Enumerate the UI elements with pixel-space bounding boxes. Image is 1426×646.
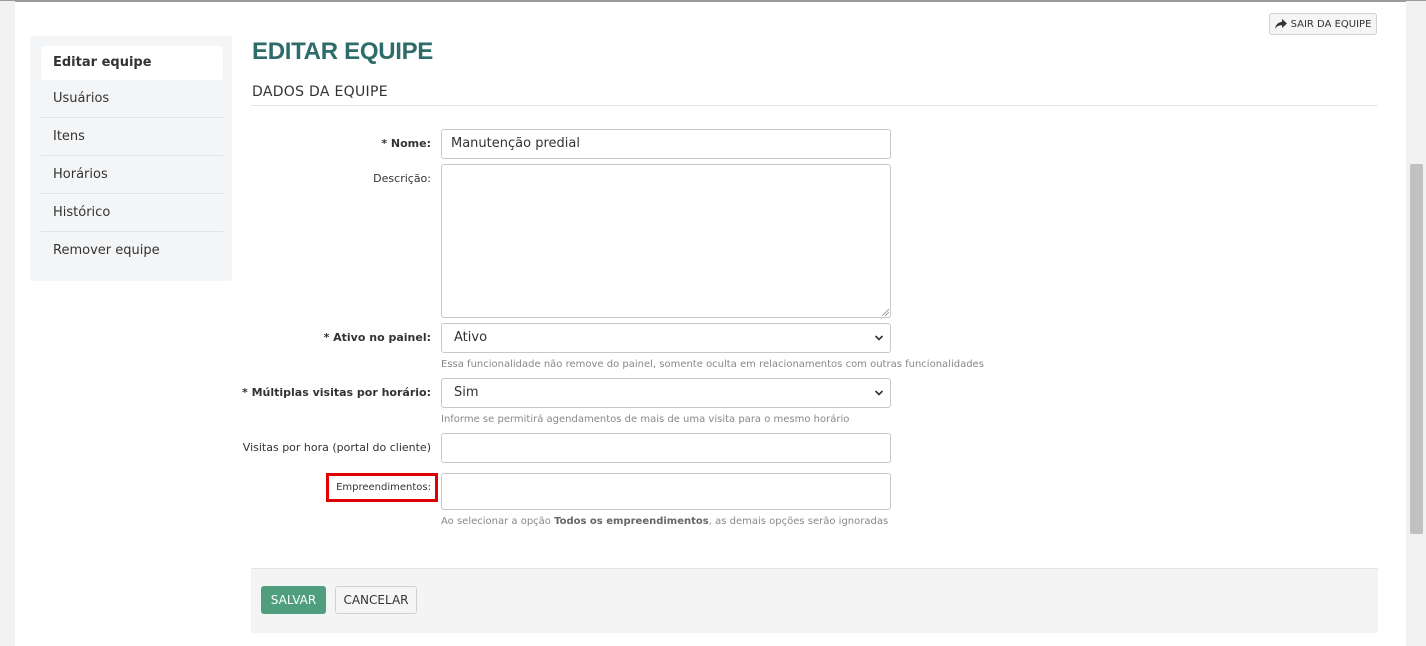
cancel-button[interactable]: CANCELAR: [335, 586, 417, 614]
sidebar-item-usuarios[interactable]: Usuários: [41, 80, 223, 118]
sidebar-item-itens[interactable]: Itens: [41, 118, 223, 156]
empreendimentos-help-suffix: , as demais opções serão ignoradas: [708, 516, 889, 527]
multiplas-value: Sim: [454, 385, 479, 400]
ativo-help-text: Essa funcionalidade não remove do painel…: [441, 359, 984, 370]
scrollbar-thumb[interactable]: [1410, 164, 1423, 534]
multiplas-help-text: Informe se permitirá agendamentos de mai…: [441, 414, 850, 425]
descricao-label: Descrição:: [373, 172, 431, 185]
sidebar-item-label: Usuários: [53, 91, 110, 106]
chevron-down-icon: [874, 335, 884, 341]
multiplas-label: * Múltiplas visitas por horário:: [242, 386, 431, 399]
empreendimentos-help-prefix: Ao selecionar a opção: [441, 516, 555, 527]
nome-value: Manutenção predial: [451, 136, 580, 151]
vertical-scrollbar[interactable]: [1407, 1, 1426, 645]
section-title: DADOS DA EQUIPE: [252, 84, 388, 100]
form-actions-bar: [251, 568, 1378, 633]
resize-grip-icon[interactable]: [881, 308, 889, 316]
visitas-hora-label: Visitas por hora (portal do cliente): [242, 441, 431, 454]
page-title: EDITAR EQUIPE: [252, 38, 434, 65]
exit-team-label: SAIR DA EQUIPE: [1290, 18, 1372, 30]
sidebar-item-historico[interactable]: Histórico: [41, 194, 223, 232]
ativo-value: Ativo: [454, 330, 488, 345]
ativo-select[interactable]: Ativo: [441, 323, 891, 353]
section-divider: [251, 105, 1378, 106]
sidebar: Editar equipe Usuários Itens Horários Hi…: [30, 36, 232, 281]
sidebar-item-editar-equipe[interactable]: Editar equipe: [41, 46, 223, 80]
ativo-label: * Ativo no painel:: [323, 331, 431, 344]
sidebar-item-label: Histórico: [53, 205, 111, 220]
sidebar-item-label: Editar equipe: [53, 55, 152, 70]
empreendimentos-help-text: Ao selecionar a opção Todos os empreendi…: [441, 516, 888, 527]
share-arrow-icon: [1274, 19, 1287, 29]
descricao-textarea[interactable]: [441, 164, 891, 318]
sidebar-item-horarios[interactable]: Horários: [41, 156, 223, 194]
nome-label: * Nome:: [381, 137, 431, 150]
sidebar-item-label: Remover equipe: [53, 243, 160, 258]
exit-team-button[interactable]: SAIR DA EQUIPE: [1269, 13, 1377, 35]
sidebar-item-remover-equipe[interactable]: Remover equipe: [41, 232, 223, 270]
visitas-hora-input[interactable]: [441, 433, 891, 463]
empreendimentos-multiselect[interactable]: [441, 473, 891, 510]
sidebar-item-label: Horários: [53, 167, 108, 182]
chevron-down-icon: [874, 390, 884, 396]
highlight-box: [326, 473, 438, 502]
sidebar-item-label: Itens: [53, 129, 85, 144]
nome-input[interactable]: Manutenção predial: [441, 129, 891, 159]
save-button[interactable]: SALVAR: [261, 586, 326, 614]
empreendimentos-help-bold: Todos os empreendimentos: [554, 516, 709, 527]
multiplas-select[interactable]: Sim: [441, 378, 891, 408]
